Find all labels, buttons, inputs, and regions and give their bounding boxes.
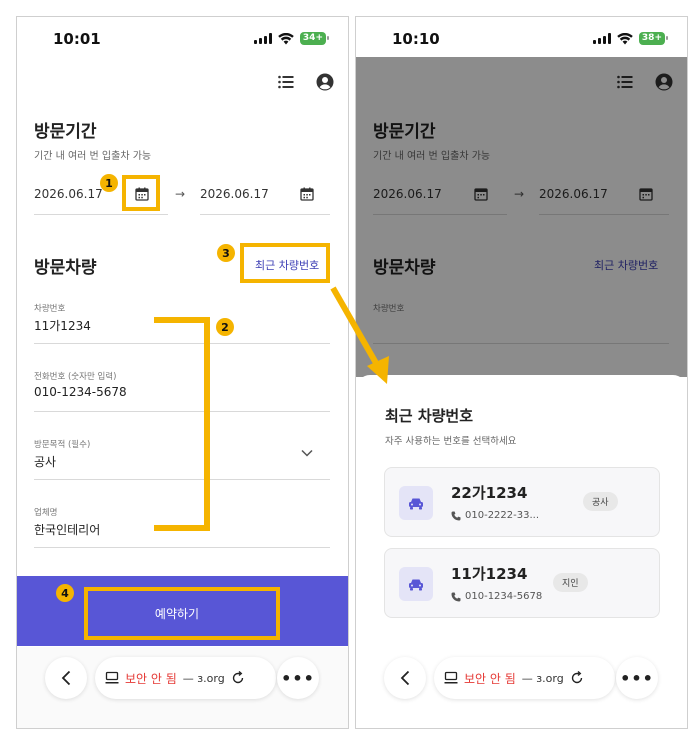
status-icons: 34+	[253, 32, 330, 45]
back-button[interactable]	[45, 657, 87, 699]
highlight-fields-bracket	[154, 317, 210, 531]
plate-number-input[interactable]: 11가1234	[34, 317, 91, 334]
not-secure-label: 보안 안 됨	[464, 671, 516, 686]
purpose-tag: 공사	[583, 492, 618, 511]
purpose-select[interactable]: 공사	[34, 453, 56, 470]
phone-text: 010-2222-33...	[465, 510, 540, 521]
signal-icon	[253, 33, 272, 44]
car-icon	[399, 567, 433, 601]
battery-indicator: 38+	[638, 32, 669, 45]
annotation-badge-2: 2	[216, 318, 234, 336]
phone-row: 010-2222-33...	[451, 510, 539, 521]
modal-backdrop[interactable]	[356, 57, 687, 377]
sheet-subtitle: 자주 사용하는 번호를 선택하세요	[385, 436, 517, 447]
company-label: 업체명	[34, 508, 58, 518]
phone-text: 010-1234-5678	[465, 591, 543, 602]
more-button[interactable]: •••	[277, 657, 319, 699]
purpose-tag: 지인	[553, 573, 588, 592]
sheet-title: 최근 차량번호	[385, 407, 474, 425]
status-time: 10:01	[53, 30, 101, 48]
not-secure-label: 보안 안 됨	[125, 671, 177, 686]
list-icon[interactable]	[278, 75, 294, 89]
phone-icon	[451, 511, 461, 520]
more-dots-icon: •••	[281, 668, 315, 688]
phone-icon	[451, 592, 461, 601]
reload-icon[interactable]	[231, 671, 245, 685]
right-phone-screen: 10:10 38+ 방문기간 기간 내 여러 번 입출차 가능 2026.06.…	[355, 16, 688, 729]
top-toolbar	[278, 73, 334, 91]
purpose-label: 방문목적 (필수)	[34, 440, 91, 450]
status-time: 10:10	[392, 30, 440, 48]
date-range-arrow: →	[175, 187, 186, 201]
start-date-underline	[34, 214, 168, 215]
recent-plate-card[interactable]: 11가1234 010-1234-5678 지인	[384, 548, 660, 618]
car-icon	[399, 486, 433, 520]
wifi-icon	[278, 32, 294, 44]
plate-text: 22가1234	[451, 484, 528, 502]
wifi-icon	[617, 32, 633, 44]
plate-number-label: 차량번호	[34, 304, 66, 314]
battery-indicator: 34+	[299, 32, 330, 45]
end-calendar-icon[interactable]	[300, 187, 314, 201]
start-date-field[interactable]: 2026.06.17	[34, 187, 103, 201]
signal-icon	[592, 33, 611, 44]
plate-text: 11가1234	[451, 565, 528, 583]
address-bar[interactable]: 보안 안 됨 — ɜ.org	[434, 657, 615, 699]
visit-period-title: 방문기간	[34, 122, 97, 142]
visit-period-subtitle: 기간 내 여러 번 입출차 가능	[34, 151, 152, 162]
status-icons: 38+	[592, 32, 669, 45]
chevron-down-icon[interactable]	[301, 449, 313, 457]
back-button[interactable]	[384, 657, 426, 699]
phone-label: 전화번호 (숫자만 입력)	[34, 372, 117, 382]
account-icon[interactable]	[316, 73, 334, 91]
recent-plate-card[interactable]: 22가1234 010-2222-33... 공사	[384, 467, 660, 537]
annotation-badge-4: 4	[56, 584, 74, 602]
highlight-calendar	[122, 175, 160, 211]
more-dots-icon: •••	[620, 668, 654, 688]
status-bar: 10:01 34+	[17, 17, 348, 63]
phone-row: 010-1234-5678	[451, 591, 542, 602]
company-input[interactable]: 한국인테리어	[34, 521, 100, 538]
annotation-badge-3: 3	[217, 244, 235, 262]
chevron-left-icon	[61, 670, 71, 686]
more-button[interactable]: •••	[616, 657, 658, 699]
highlight-book-button	[84, 587, 280, 640]
connector-arrow	[330, 286, 389, 384]
end-date-underline	[200, 214, 330, 215]
site-info-icon[interactable]	[105, 671, 119, 685]
highlight-recent-link	[240, 243, 330, 283]
company-underline	[34, 547, 330, 548]
domain-text: — ɜ.org	[521, 671, 564, 685]
annotation-badge-1: 1	[100, 174, 118, 192]
chevron-left-icon	[400, 670, 410, 686]
end-date-field[interactable]: 2026.06.17	[200, 187, 269, 201]
phone-input[interactable]: 010-1234-5678	[34, 385, 127, 399]
reload-icon[interactable]	[570, 671, 584, 685]
visit-vehicle-title: 방문차량	[34, 258, 97, 278]
domain-text: — ɜ.org	[182, 671, 225, 685]
site-info-icon[interactable]	[444, 671, 458, 685]
address-bar[interactable]: 보안 안 됨 — ɜ.org	[95, 657, 276, 699]
